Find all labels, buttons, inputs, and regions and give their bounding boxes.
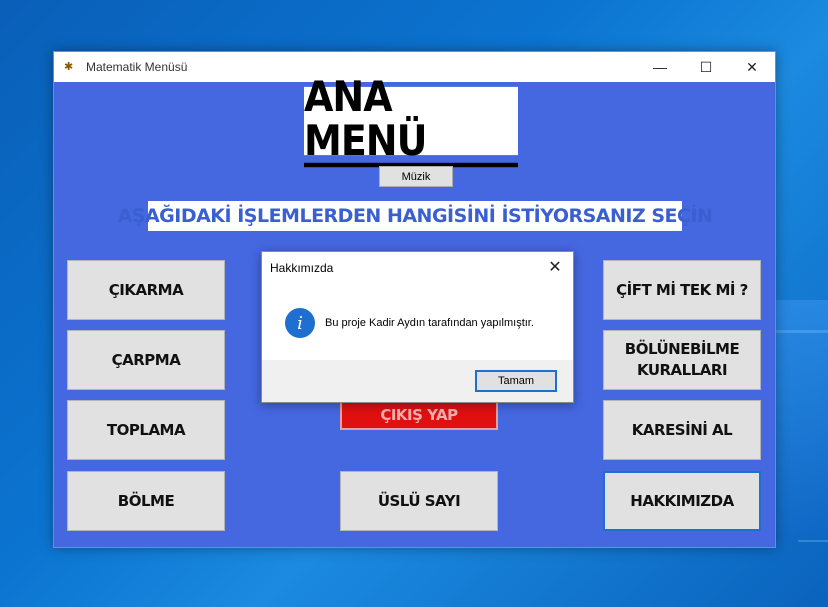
- subtraction-button[interactable]: ÇIKARMA: [67, 260, 225, 320]
- dialog-title: Hakkımızda: [270, 261, 334, 275]
- instruction-label: AŞAĞIDAKİ İŞLEMLERDEN HANGİSİNİ İSTİYORS…: [118, 201, 713, 231]
- addition-button[interactable]: TOPLAMA: [67, 400, 225, 460]
- music-button[interactable]: Müzik: [379, 166, 453, 187]
- dialog-message: Bu proje Kadir Aydın tarafından yapılmış…: [325, 317, 534, 329]
- exponent-button[interactable]: ÜSLÜ SAYI: [340, 471, 498, 531]
- maximize-button[interactable]: ☐: [683, 52, 729, 82]
- window-title: Matematik Menüsü: [86, 60, 188, 74]
- desktop-streak: [768, 330, 828, 333]
- multiplication-button[interactable]: ÇARPMA: [67, 330, 225, 390]
- dialog-footer: Tamam: [262, 360, 573, 402]
- odd-even-button[interactable]: ÇİFT Mİ TEK Mİ ?: [603, 260, 761, 320]
- division-button[interactable]: BÖLME: [67, 471, 225, 531]
- window-controls: — ☐ ✕: [637, 52, 775, 82]
- minimize-button[interactable]: —: [637, 52, 683, 82]
- app-icon: ✱: [64, 61, 74, 73]
- exit-button[interactable]: ÇIKIŞ YAP: [340, 400, 498, 430]
- ok-button[interactable]: Tamam: [475, 370, 557, 392]
- desktop-streak: [798, 540, 828, 542]
- about-dialog: Hakkımızda ✕ i Bu proje Kadir Aydın tara…: [261, 251, 574, 403]
- square-button[interactable]: KARESİNİ AL: [603, 400, 761, 460]
- info-icon: i: [285, 308, 315, 338]
- close-button[interactable]: ✕: [729, 52, 775, 82]
- about-button[interactable]: HAKKIMIZDA: [603, 471, 761, 531]
- divisibility-rules-button[interactable]: BÖLÜNEBİLME KURALLARI: [603, 330, 761, 390]
- menu-title: ANA MENÜ: [304, 75, 518, 168]
- menu-title-text: ANA MENÜ: [304, 75, 518, 168]
- dialog-close-icon[interactable]: ✕: [545, 257, 565, 277]
